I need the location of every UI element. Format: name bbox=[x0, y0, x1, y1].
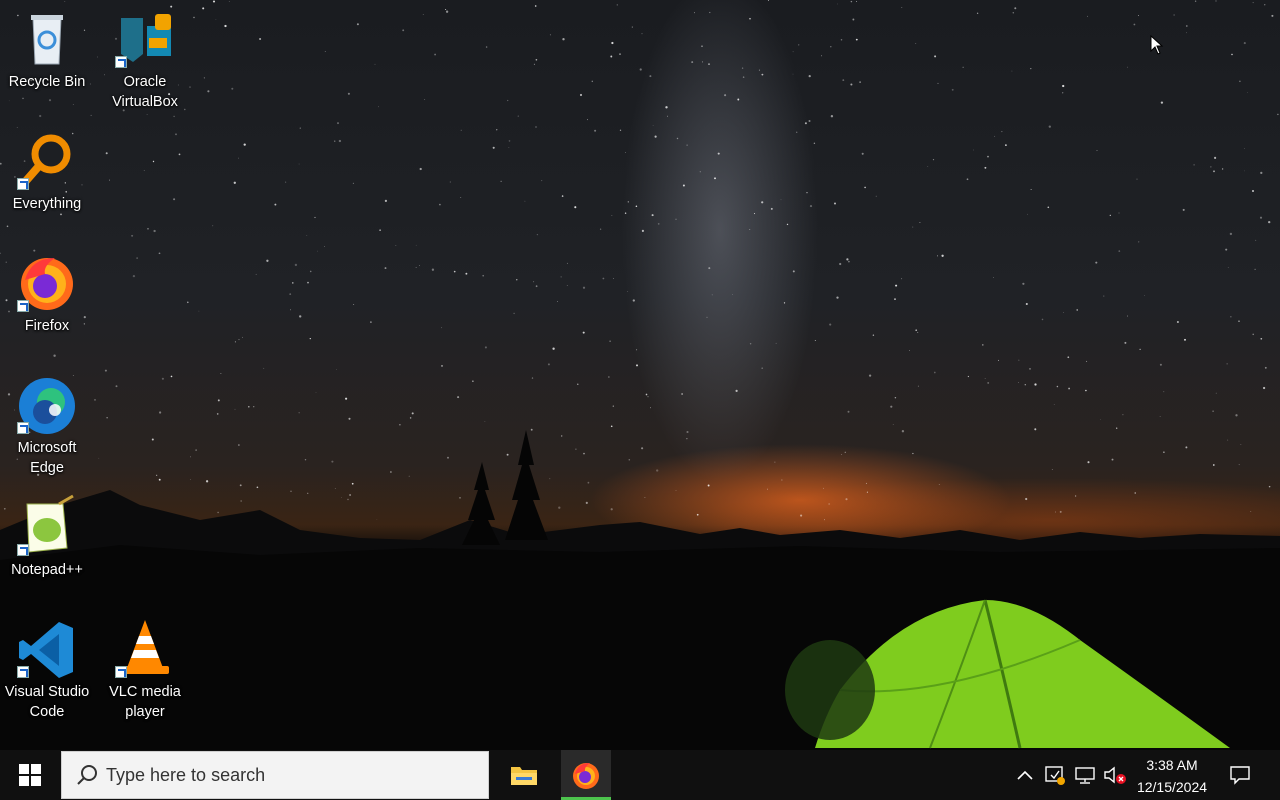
notepadpp-icon bbox=[15, 494, 79, 558]
windows-logo-icon bbox=[19, 764, 41, 786]
search-placeholder: Type here to search bbox=[106, 764, 266, 785]
start-button[interactable] bbox=[0, 750, 60, 800]
desktop-icon-firefox[interactable]: Firefox bbox=[0, 244, 94, 336]
desktop-icon-microsoft-edge[interactable]: Microsoft Edge bbox=[0, 366, 94, 478]
network-icon bbox=[1075, 767, 1095, 784]
desktop-icon-oracle-virtualbox[interactable]: Oracle VirtualBox bbox=[98, 0, 192, 112]
desktop-icon-recycle-bin[interactable]: Recycle Bin bbox=[0, 0, 94, 92]
file-explorer-icon bbox=[511, 767, 537, 785]
desktop-icon-label: Visual Studio Code bbox=[4, 684, 90, 720]
clock-date: 12/15/2024 bbox=[1136, 779, 1208, 795]
security-warning-icon bbox=[1045, 766, 1065, 785]
vlc-icon bbox=[113, 616, 177, 680]
volume-muted-icon bbox=[1104, 766, 1126, 784]
firefox-icon bbox=[573, 763, 599, 789]
desktop-icon-everything[interactable]: Everything bbox=[0, 122, 94, 214]
clock-time: 3:38 AM bbox=[1146, 757, 1198, 773]
taskbar-app-file-explorer[interactable] bbox=[499, 750, 549, 800]
desktop-icon-label: Microsoft Edge bbox=[17, 440, 77, 476]
shortcut-arrow-icon bbox=[17, 666, 29, 678]
desktop-icon-vscode[interactable]: Visual Studio Code bbox=[0, 610, 94, 722]
desktop-icon-label: VLC media player bbox=[109, 684, 181, 720]
action-center-button[interactable] bbox=[1222, 750, 1258, 800]
vscode-icon bbox=[15, 616, 79, 680]
taskbar-app-firefox[interactable] bbox=[561, 750, 611, 800]
firefox-icon bbox=[15, 250, 79, 314]
virtualbox-icon bbox=[113, 6, 177, 70]
shortcut-arrow-icon bbox=[17, 422, 29, 434]
search-icon bbox=[77, 765, 97, 785]
tray-security-icon[interactable] bbox=[1042, 750, 1068, 800]
notification-icon bbox=[1230, 766, 1250, 785]
desktop-icon-notepadpp[interactable]: Notepad++ bbox=[0, 488, 94, 580]
shortcut-arrow-icon bbox=[115, 56, 127, 68]
shortcut-arrow-icon bbox=[17, 544, 29, 556]
taskbar: Type here to search 3:38 AM 12/15/2024 bbox=[0, 750, 1280, 800]
desktop-icon-label: Notepad++ bbox=[11, 562, 83, 578]
tray-show-hidden-icons[interactable] bbox=[1012, 750, 1038, 800]
everything-search-icon bbox=[15, 128, 79, 192]
desktop-icon-vlc[interactable]: VLC media player bbox=[98, 610, 192, 722]
recycle-bin-icon bbox=[15, 6, 79, 70]
shortcut-arrow-icon bbox=[17, 178, 29, 190]
mouse-cursor-icon bbox=[1150, 35, 1164, 55]
desktop-icon-label: Everything bbox=[12, 196, 82, 212]
taskbar-clock[interactable]: 3:38 AM 12/15/2024 bbox=[1128, 754, 1216, 798]
mountain-silhouette bbox=[0, 430, 1280, 750]
desktop-icon-label: Recycle Bin bbox=[8, 74, 86, 90]
tray-volume-icon[interactable] bbox=[1101, 750, 1129, 800]
desktop-icon-label: Oracle VirtualBox bbox=[112, 74, 178, 110]
desktop-wallpaper bbox=[0, 0, 1280, 750]
chevron-up-icon bbox=[1017, 770, 1033, 780]
desktop-icon-label: Firefox bbox=[24, 318, 70, 334]
taskbar-search-box[interactable]: Type here to search bbox=[61, 751, 489, 799]
shortcut-arrow-icon bbox=[115, 666, 127, 678]
tray-network-icon[interactable] bbox=[1072, 750, 1098, 800]
edge-icon bbox=[15, 372, 79, 436]
shortcut-arrow-icon bbox=[17, 300, 29, 312]
